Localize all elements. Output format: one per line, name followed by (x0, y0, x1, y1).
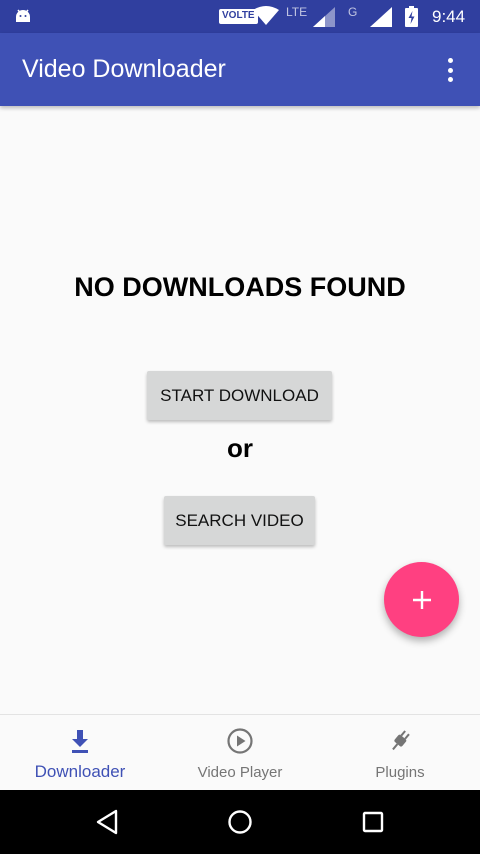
nav-label: Video Player (197, 764, 283, 781)
signal-icon (370, 7, 392, 27)
nav-item-video-player[interactable]: Video Player (160, 715, 320, 790)
battery-charging-icon (405, 6, 418, 27)
back-icon[interactable] (94, 808, 120, 836)
android-icon (16, 9, 30, 22)
volte-badge: VOLTE (219, 9, 258, 24)
signal-icon (313, 7, 335, 27)
bottom-navigation: Downloader Video Player Plugins (0, 714, 480, 790)
app-bar: Video Downloader (0, 33, 480, 106)
or-separator: or (227, 433, 253, 463)
lte-label: LTE (286, 5, 308, 19)
overflow-menu-icon[interactable] (440, 55, 460, 85)
status-bar: VOLTE LTE G 9:44 (0, 0, 480, 33)
download-icon (72, 730, 88, 753)
nav-item-downloader[interactable]: Downloader (0, 715, 160, 790)
add-fab-button[interactable] (384, 562, 459, 637)
wifi-icon (253, 6, 279, 25)
search-video-button[interactable]: SEARCH VIDEO (164, 496, 315, 545)
nav-label: Downloader (34, 762, 126, 781)
clock: 9:44 (432, 7, 466, 26)
empty-state-title: NO DOWNLOADS FOUND (74, 272, 406, 302)
nav-label: Plugins (375, 764, 425, 781)
g-label: G (348, 5, 358, 19)
start-download-button[interactable]: START DOWNLOAD (147, 371, 332, 420)
plug-icon (392, 730, 410, 751)
system-navigation-bar (0, 790, 480, 854)
app-title: Video Downloader (22, 55, 226, 83)
plus-icon (412, 590, 431, 609)
nav-item-plugins[interactable]: Plugins (320, 715, 480, 790)
recents-icon[interactable] (362, 811, 384, 833)
home-icon[interactable] (227, 809, 253, 835)
play-circle-icon (227, 728, 253, 754)
